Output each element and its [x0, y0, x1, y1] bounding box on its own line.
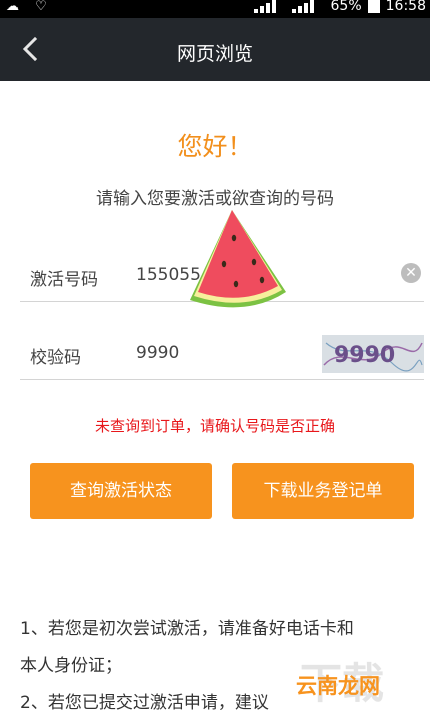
captcha-input[interactable]: [136, 339, 336, 367]
phone-label: 激活号码: [30, 270, 98, 290]
main-content: 您好！ 请输入您要激活或欲查询的号码 激活号码 ✕ 校验码 9990 未查询到订…: [0, 81, 430, 724]
captcha-field-row: 校验码 9990: [20, 329, 424, 380]
battery-percent: 65%: [330, 0, 362, 14]
clock: 16:58: [385, 0, 426, 14]
captcha-text: 9990: [334, 343, 395, 368]
watermark: 下载 云南龙网: [292, 659, 424, 710]
signal-icon-2: [292, 0, 315, 13]
status-bar: ☁ ♡ 65% 16:58: [0, 0, 430, 18]
download-form-button[interactable]: 下载业务登记单: [232, 463, 414, 519]
status-right: 65% 16:58: [253, 0, 426, 14]
watermelon-icon: [190, 210, 286, 308]
clear-icon[interactable]: ✕: [401, 263, 421, 283]
app-header: 网页浏览: [0, 18, 430, 81]
page-title: 网页浏览: [176, 43, 253, 65]
query-activation-button[interactable]: 查询激活状态: [30, 463, 212, 519]
watermark-text: 云南龙网: [296, 674, 380, 698]
error-message: 未查询到订单，请确认号码是否正确: [94, 417, 335, 435]
notes-line-1: 1、若您是初次尝试激活，请准备好电话卡和: [20, 619, 354, 639]
notification-icons: ☁ ♡: [6, 0, 53, 14]
greeting-title: 您好！: [177, 132, 253, 161]
signal-icon: [253, 0, 276, 13]
captcha-label: 校验码: [30, 348, 81, 368]
captcha-image[interactable]: 9990: [322, 335, 424, 373]
battery-icon: [367, 0, 380, 13]
